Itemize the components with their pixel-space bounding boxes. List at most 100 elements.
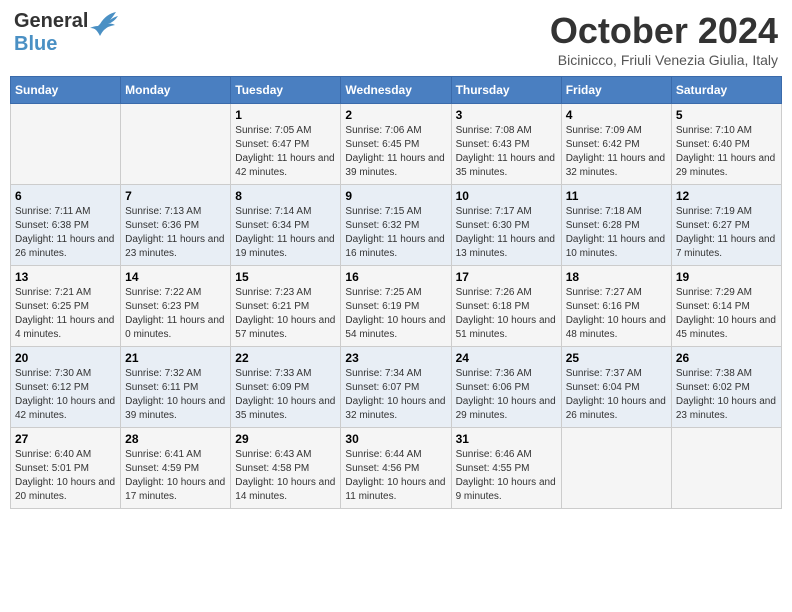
calendar-cell: 12 Sunrise: 7:19 AM Sunset: 6:27 PM Dayli… — [671, 185, 781, 266]
calendar-table: SundayMondayTuesdayWednesdayThursdayFrid… — [10, 76, 782, 509]
calendar-cell: 13 Sunrise: 7:21 AM Sunset: 6:25 PM Dayli… — [11, 266, 121, 347]
calendar-week-row: 13 Sunrise: 7:21 AM Sunset: 6:25 PM Dayli… — [11, 266, 782, 347]
calendar-cell: 11 Sunrise: 7:18 AM Sunset: 6:28 PM Dayli… — [561, 185, 671, 266]
calendar-cell: 27 Sunrise: 6:40 AM Sunset: 5:01 PM Dayli… — [11, 428, 121, 509]
day-info: Sunrise: 7:11 AM Sunset: 6:38 PM Dayligh… — [15, 205, 116, 261]
calendar-cell: 6 Sunrise: 7:11 AM Sunset: 6:38 PM Daylig… — [11, 185, 121, 266]
day-info: Sunrise: 7:34 AM Sunset: 6:07 PM Dayligh… — [345, 367, 446, 423]
calendar-cell: 19 Sunrise: 7:29 AM Sunset: 6:14 PM Dayli… — [671, 266, 781, 347]
day-info: Sunrise: 7:13 AM Sunset: 6:36 PM Dayligh… — [125, 205, 226, 261]
day-of-week-header: Thursday — [451, 77, 561, 104]
day-of-week-header: Friday — [561, 77, 671, 104]
calendar-cell: 31 Sunrise: 6:46 AM Sunset: 4:55 PM Dayli… — [451, 428, 561, 509]
calendar-cell: 8 Sunrise: 7:14 AM Sunset: 6:34 PM Daylig… — [231, 185, 341, 266]
subtitle: Bicinicco, Friuli Venezia Giulia, Italy — [550, 52, 778, 68]
day-number: 26 — [676, 351, 777, 365]
calendar-cell: 14 Sunrise: 7:22 AM Sunset: 6:23 PM Dayli… — [121, 266, 231, 347]
calendar-cell: 26 Sunrise: 7:38 AM Sunset: 6:02 PM Dayli… — [671, 347, 781, 428]
day-number: 25 — [566, 351, 667, 365]
day-info: Sunrise: 7:06 AM Sunset: 6:45 PM Dayligh… — [345, 124, 446, 180]
day-info: Sunrise: 7:14 AM Sunset: 6:34 PM Dayligh… — [235, 205, 336, 261]
calendar-cell: 16Sunrise: 7:25 AM Sunset: 6:19 PM Dayli… — [341, 266, 451, 347]
day-number: 27 — [15, 432, 116, 446]
day-of-week-header: Monday — [121, 77, 231, 104]
calendar-cell: 24 Sunrise: 7:36 AM Sunset: 6:06 PM Dayli… — [451, 347, 561, 428]
calendar-cell: 30 Sunrise: 6:44 AM Sunset: 4:56 PM Dayli… — [341, 428, 451, 509]
day-number: 11 — [566, 189, 667, 203]
day-number: 17 — [456, 270, 557, 284]
day-info: Sunrise: 7:17 AM Sunset: 6:30 PM Dayligh… — [456, 205, 557, 261]
calendar-cell: 10 Sunrise: 7:17 AM Sunset: 6:30 PM Dayli… — [451, 185, 561, 266]
calendar-cell: 3 Sunrise: 7:08 AM Sunset: 6:43 PM Daylig… — [451, 104, 561, 185]
day-number: 28 — [125, 432, 226, 446]
day-number: 8 — [235, 189, 336, 203]
calendar-week-row: 27 Sunrise: 6:40 AM Sunset: 5:01 PM Dayli… — [11, 428, 782, 509]
day-info: Sunrise: 7:19 AM Sunset: 6:27 PM Dayligh… — [676, 205, 777, 261]
day-info: Sunrise: 7:29 AM Sunset: 6:14 PM Dayligh… — [676, 286, 777, 342]
day-number: 24 — [456, 351, 557, 365]
calendar-cell: 4Sunrise: 7:09 AM Sunset: 6:42 PM Daylig… — [561, 104, 671, 185]
day-info: Sunrise: 7:27 AM Sunset: 6:16 PM Dayligh… — [566, 286, 667, 342]
day-number: 3 — [456, 108, 557, 122]
day-info: Sunrise: 7:38 AM Sunset: 6:02 PM Dayligh… — [676, 367, 777, 423]
logo-bird-icon — [90, 10, 120, 38]
logo: General Blue — [14, 10, 120, 56]
day-of-week-header: Saturday — [671, 77, 781, 104]
calendar-cell: 15 Sunrise: 7:23 AM Sunset: 6:21 PM Dayli… — [231, 266, 341, 347]
calendar-cell: 25Sunrise: 7:37 AM Sunset: 6:04 PM Dayli… — [561, 347, 671, 428]
day-number: 31 — [456, 432, 557, 446]
day-number: 13 — [15, 270, 116, 284]
calendar-cell: 1Sunrise: 7:05 AM Sunset: 6:47 PM Daylig… — [231, 104, 341, 185]
day-number: 22 — [235, 351, 336, 365]
calendar-cell — [561, 428, 671, 509]
day-info: Sunrise: 7:18 AM Sunset: 6:28 PM Dayligh… — [566, 205, 667, 261]
page-header: General Blue October 2024 Bicinicco, Fri… — [10, 10, 782, 68]
day-info: Sunrise: 7:23 AM Sunset: 6:21 PM Dayligh… — [235, 286, 336, 342]
day-of-week-header: Tuesday — [231, 77, 341, 104]
day-number: 1 — [235, 108, 336, 122]
day-number: 6 — [15, 189, 116, 203]
day-info: Sunrise: 6:44 AM Sunset: 4:56 PM Dayligh… — [345, 448, 446, 504]
day-number: 30 — [345, 432, 446, 446]
day-info: Sunrise: 6:40 AM Sunset: 5:01 PM Dayligh… — [15, 448, 116, 504]
day-number: 15 — [235, 270, 336, 284]
calendar-cell: 2 Sunrise: 7:06 AM Sunset: 6:45 PM Daylig… — [341, 104, 451, 185]
main-title: October 2024 — [550, 10, 778, 52]
day-number: 23 — [345, 351, 446, 365]
calendar-week-row: 1Sunrise: 7:05 AM Sunset: 6:47 PM Daylig… — [11, 104, 782, 185]
calendar-cell: 18 Sunrise: 7:27 AM Sunset: 6:16 PM Dayli… — [561, 266, 671, 347]
logo-text: General Blue — [14, 10, 88, 56]
day-number: 20 — [15, 351, 116, 365]
calendar-cell: 20 Sunrise: 7:30 AM Sunset: 6:12 PM Dayli… — [11, 347, 121, 428]
day-info: Sunrise: 7:26 AM Sunset: 6:18 PM Dayligh… — [456, 286, 557, 342]
day-number: 18 — [566, 270, 667, 284]
day-number: 14 — [125, 270, 226, 284]
calendar-body: 1Sunrise: 7:05 AM Sunset: 6:47 PM Daylig… — [11, 104, 782, 509]
calendar-week-row: 20 Sunrise: 7:30 AM Sunset: 6:12 PM Dayli… — [11, 347, 782, 428]
day-info: Sunrise: 7:10 AM Sunset: 6:40 PM Dayligh… — [676, 124, 777, 180]
day-info: Sunrise: 7:15 AM Sunset: 6:32 PM Dayligh… — [345, 205, 446, 261]
title-block: October 2024 Bicinicco, Friuli Venezia G… — [550, 10, 778, 68]
day-info: Sunrise: 7:21 AM Sunset: 6:25 PM Dayligh… — [15, 286, 116, 342]
calendar-cell: 28Sunrise: 6:41 AM Sunset: 4:59 PM Dayli… — [121, 428, 231, 509]
day-info: Sunrise: 7:30 AM Sunset: 6:12 PM Dayligh… — [15, 367, 116, 423]
day-number: 12 — [676, 189, 777, 203]
day-info: Sunrise: 7:22 AM Sunset: 6:23 PM Dayligh… — [125, 286, 226, 342]
day-info: Sunrise: 7:36 AM Sunset: 6:06 PM Dayligh… — [456, 367, 557, 423]
day-number: 10 — [456, 189, 557, 203]
day-number: 7 — [125, 189, 226, 203]
calendar-cell — [671, 428, 781, 509]
calendar-cell: 9Sunrise: 7:15 AM Sunset: 6:32 PM Daylig… — [341, 185, 451, 266]
calendar-cell: 17 Sunrise: 7:26 AM Sunset: 6:18 PM Dayli… — [451, 266, 561, 347]
day-info: Sunrise: 7:32 AM Sunset: 6:11 PM Dayligh… — [125, 367, 226, 423]
calendar-cell — [11, 104, 121, 185]
day-of-week-header: Sunday — [11, 77, 121, 104]
day-info: Sunrise: 7:08 AM Sunset: 6:43 PM Dayligh… — [456, 124, 557, 180]
day-info: Sunrise: 7:33 AM Sunset: 6:09 PM Dayligh… — [235, 367, 336, 423]
day-info: Sunrise: 7:25 AM Sunset: 6:19 PM Dayligh… — [345, 286, 446, 342]
day-number: 2 — [345, 108, 446, 122]
day-number: 19 — [676, 270, 777, 284]
day-info: Sunrise: 6:46 AM Sunset: 4:55 PM Dayligh… — [456, 448, 557, 504]
day-of-week-header: Wednesday — [341, 77, 451, 104]
day-info: Sunrise: 6:43 AM Sunset: 4:58 PM Dayligh… — [235, 448, 336, 504]
